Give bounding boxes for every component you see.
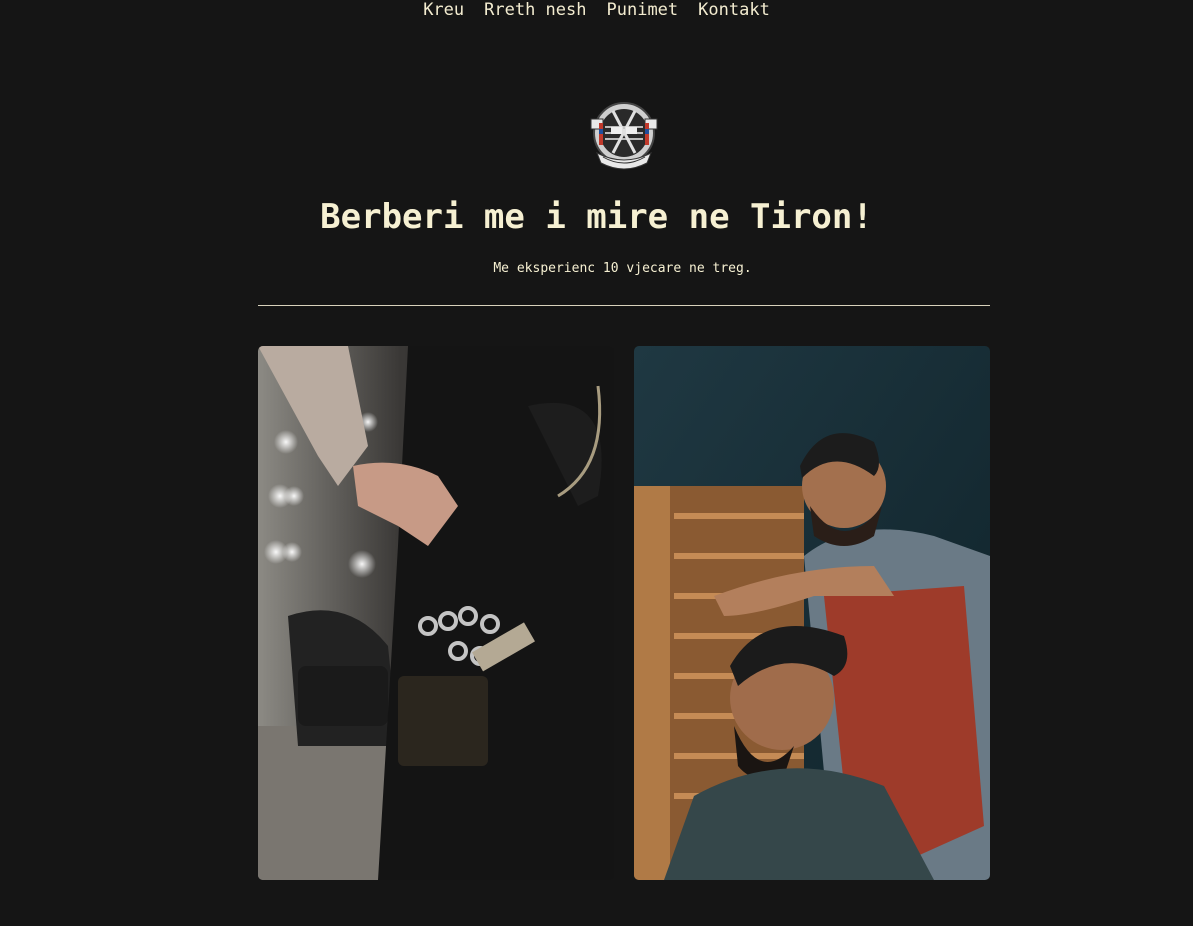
haircut-photo: [634, 346, 990, 880]
nav-link-home[interactable]: Kreu: [423, 0, 464, 22]
nav-link-works[interactable]: Punimet: [607, 0, 679, 22]
nav-link-about[interactable]: Rreth nesh: [484, 0, 586, 22]
barber-tools-photo: [258, 346, 614, 880]
barber-shop-logo: [585, 97, 663, 175]
divider: [258, 305, 990, 306]
top-nav: Kreu Rreth nesh Punimet Kontakt: [0, 0, 1193, 22]
hero-title: Berberi me i mire ne Tiron!: [320, 197, 873, 237]
nav-link-contact[interactable]: Kontakt: [698, 0, 770, 22]
hero-subtitle: Me eksperienc 10 vjecare ne treg.: [493, 261, 752, 276]
